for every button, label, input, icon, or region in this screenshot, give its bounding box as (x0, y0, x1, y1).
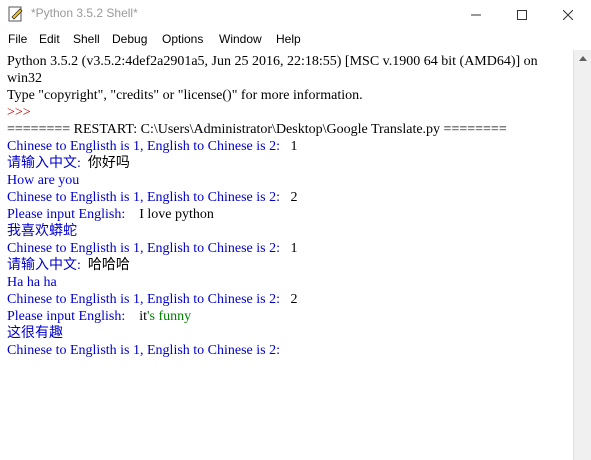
title-bar[interactable]: *Python 3.5.2 Shell* (0, 0, 591, 29)
restart-line: ======== RESTART: C:\Users\Administrator… (7, 122, 507, 137)
output-line: Chinese to Englisth is 1, English to Chi… (7, 291, 298, 308)
output-line: Please input English: it's funny (7, 308, 191, 325)
output-line: Chinese to Englisth is 1, English to Chi… (7, 138, 298, 155)
input-prompt: Please input English: (7, 207, 126, 222)
menu-options[interactable]: Options (162, 32, 203, 46)
user-input-string: 's funny (147, 309, 192, 324)
menu-file[interactable]: File (8, 32, 27, 46)
menu-edit[interactable]: Edit (39, 32, 60, 46)
user-input: 哈哈哈 (87, 258, 130, 273)
banner-line: win32 (7, 71, 42, 86)
python-idle-icon (8, 6, 24, 22)
input-prompt: Please input English: (7, 309, 126, 324)
menu-debug[interactable]: Debug (112, 32, 147, 46)
banner-line: Python 3.5.2 (v3.5.2:4def2a2901a5, Jun 2… (7, 54, 538, 69)
input-prompt: Chinese to Englisth is 1, English to Chi… (7, 190, 280, 205)
user-input: 2 (290, 190, 298, 205)
output-line: Ha ha ha (7, 275, 57, 290)
input-prompt: Chinese to Englisth is 1, English to Chi… (7, 292, 280, 307)
user-input: it (139, 309, 147, 324)
input-prompt: 请输入中文: (7, 258, 81, 273)
vertical-scrollbar[interactable] (573, 50, 591, 460)
output-line: 这很有趣 (7, 326, 63, 341)
input-prompt: Chinese to Englisth is 1, English to Chi… (7, 241, 280, 256)
maximize-button[interactable] (499, 0, 545, 29)
output-line: 我喜欢蟒蛇 (7, 224, 77, 239)
menu-window[interactable]: Window (219, 32, 262, 46)
shell-text-area[interactable]: Python 3.5.2 (v3.5.2:4def2a2901a5, Jun 2… (0, 50, 573, 460)
output-line: 请输入中文: 哈哈哈 (7, 257, 130, 274)
output-line: Chinese to Englisth is 1, English to Chi… (7, 189, 298, 206)
output-line: Please input English: I love python (7, 206, 214, 223)
banner-line: Type "copyright", "credits" or "license(… (7, 88, 363, 103)
menu-bar: File Edit Shell Debug Options Window Hel… (0, 29, 591, 50)
input-prompt: Chinese to Englisth is 1, English to Chi… (7, 343, 280, 358)
scroll-up-arrow-icon[interactable] (574, 50, 591, 67)
user-input: 1 (290, 139, 298, 154)
close-button[interactable] (545, 0, 591, 29)
shell-prompt: >>> (7, 105, 31, 120)
menu-help[interactable]: Help (276, 32, 301, 46)
window-title: *Python 3.5.2 Shell* (31, 6, 138, 20)
user-input: I love python (139, 207, 214, 222)
output-line: Chinese to Englisth is 1, English to Chi… (7, 240, 298, 257)
minimize-button[interactable] (453, 0, 499, 29)
user-input: 2 (290, 292, 298, 307)
user-input: 你好吗 (87, 156, 130, 171)
input-prompt: Chinese to Englisth is 1, English to Chi… (7, 139, 280, 154)
output-line: 请输入中文: 你好吗 (7, 155, 130, 172)
menu-shell[interactable]: Shell (73, 32, 100, 46)
output-line: How are you (7, 173, 80, 188)
input-prompt: 请输入中文: (7, 156, 81, 171)
user-input: 1 (290, 241, 298, 256)
